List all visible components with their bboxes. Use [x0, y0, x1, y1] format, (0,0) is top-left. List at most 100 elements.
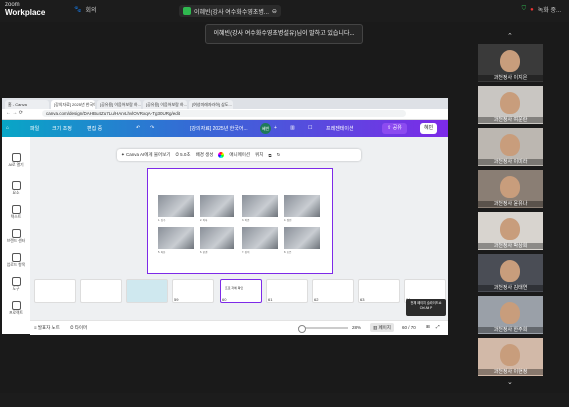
slide-photo[interactable]: [200, 227, 234, 249]
sidebar-item-brand[interactable]: 브랜드 센터: [2, 229, 30, 244]
zoom-level[interactable]: 28%: [352, 325, 361, 330]
page-thumbnail[interactable]: [126, 279, 168, 303]
undo-icon[interactable]: ↶: [136, 125, 140, 131]
sidebar-item-tools[interactable]: 도구: [2, 277, 30, 292]
share-indicator[interactable]: 이혜빈(강사 여수화수영초병... ⊖: [179, 5, 281, 17]
page-thumbnail-current[interactable]: 60 프로 자체 확인: [220, 279, 262, 303]
comment-icon[interactable]: ☐: [308, 125, 312, 131]
participant-tile[interactable]: 과천정사 여운란: [478, 86, 543, 124]
ask-ai-button[interactable]: ✦ Canva AI에게 물어보기: [121, 152, 170, 158]
elements-icon: [11, 181, 21, 190]
participant-name: 과천정사 여운란: [478, 117, 543, 123]
edit-mode-button[interactable]: 편집 중: [87, 125, 102, 132]
participant-tile[interactable]: 과천정사 윤유나: [478, 170, 543, 208]
slide-caption: 3. 박준: [242, 219, 250, 222]
participant-name: 과천정사 이현정: [478, 369, 543, 375]
slide-page[interactable]: 1. 김수 2. 이하 3. 박준 4. 정민 5. 최유 6. 한결 7. 강…: [147, 168, 333, 274]
slide-photo[interactable]: [242, 227, 278, 249]
zoom-slider[interactable]: [298, 325, 348, 333]
browser-tab[interactable]: [공유용] 이음어보람 하...: [143, 100, 187, 109]
timer-label: 타이머: [74, 325, 88, 330]
text-icon: [11, 205, 21, 214]
slide-caption: 7. 강이: [242, 251, 250, 254]
position-button[interactable]: 위치: [255, 152, 263, 158]
duration-button[interactable]: ⏱ 5.0초: [175, 152, 190, 158]
thumb-number: 61: [268, 297, 273, 302]
recording-status: ⛉ ● 녹화 중...: [522, 5, 561, 14]
sidebar-item-label: 프로젝트: [9, 311, 23, 315]
participant-tile[interactable]: 과천정사 박상희: [478, 212, 543, 250]
page-counter[interactable]: 60 / 70: [402, 325, 416, 330]
nav-arrows-icon[interactable]: ← → ⟳: [6, 110, 23, 116]
notes-button[interactable]: ≡ 발표자 노트: [34, 325, 60, 331]
slide-photo[interactable]: [200, 195, 234, 217]
grid-view-icon[interactable]: ⊞: [426, 324, 430, 330]
participant-tile[interactable]: 과천정사 이미라: [478, 128, 543, 166]
sidebar-item-label: 텍스트: [10, 215, 22, 219]
slide-photo[interactable]: [158, 227, 194, 249]
chart-icon[interactable]: ▥: [290, 125, 295, 131]
page-thumbnail[interactable]: [80, 279, 122, 303]
url-field[interactable]: canva.com/design/DAHBu4Zu7Lu/HArvLhvlOVR…: [42, 110, 406, 117]
participant-video: [500, 92, 520, 114]
browser-tab[interactable]: [공유용] 이음어보람 하...: [97, 100, 141, 109]
scroll-down-icon[interactable]: ⌄: [507, 378, 513, 386]
thumb-number: 59: [174, 297, 179, 302]
animate-button[interactable]: 애니메이션: [229, 152, 250, 158]
sidebar-item-text[interactable]: 텍스트: [2, 205, 30, 220]
participant-name: 과천정사 이지은: [478, 75, 543, 81]
participant-name: 과천정사 한주희: [478, 327, 543, 333]
sidebar-item-ai[interactable]: AI로 열기: [2, 153, 30, 168]
present-button[interactable]: 프레젠테이션: [326, 125, 354, 132]
slide-photo[interactable]: [242, 195, 278, 217]
sidebar-item-projects[interactable]: 프로젝트: [2, 301, 30, 316]
home-icon[interactable]: ⌂: [6, 125, 9, 131]
slide-caption: 5. 최유: [158, 251, 166, 254]
sidebar-item-uploads[interactable]: 업로드 항목: [2, 253, 30, 268]
browser-tab-active[interactable]: [강의자료] 2025년 한국어...: [51, 100, 95, 109]
slide-photo[interactable]: [158, 195, 194, 217]
brand-icon: [11, 229, 21, 238]
background-button[interactable]: 배경 생성: [196, 152, 214, 158]
redo-icon[interactable]: ↷: [150, 125, 154, 131]
browser-tab[interactable]: 홈 - Canva: [5, 100, 49, 109]
copy-style-icon[interactable]: ⧉: [268, 153, 271, 158]
slide-photo[interactable]: [284, 195, 320, 217]
add-icon[interactable]: +: [274, 125, 277, 131]
page-thumbnail[interactable]: 61: [266, 279, 308, 303]
share-button[interactable]: ⇪ 공유: [382, 123, 407, 134]
user-avatar[interactable]: 혜빈: [260, 123, 271, 134]
screen-share-icon: [183, 7, 191, 15]
refresh-icon[interactable]: ↻: [277, 152, 281, 158]
page-thumbnail[interactable]: [34, 279, 76, 303]
canva-sidebar: AI로 열기 요소 텍스트 브랜드 센터 업로드 항목 도구 프로젝트: [2, 137, 31, 334]
participant-tile[interactable]: 과천정사 김태연: [478, 254, 543, 292]
slideshow-tooltip: 전체 페이지 슬라이드쇼 Ctrl Alt P: [406, 299, 446, 316]
zoom-slider-handle[interactable]: [298, 325, 306, 333]
page-thumbnail[interactable]: 63: [358, 279, 400, 303]
account-badge[interactable]: 혜빈: [420, 123, 438, 134]
file-menu[interactable]: 파일: [30, 125, 39, 132]
page-thumbnail[interactable]: 62: [312, 279, 354, 303]
folder-icon: [11, 301, 21, 310]
browser-tab[interactable]: [여성미래자라하] 삽도...: [189, 100, 233, 109]
sidebar-item-elements[interactable]: 요소: [2, 181, 30, 196]
fullscreen-icon[interactable]: ⤢: [436, 324, 440, 329]
design-title[interactable]: [강의자료] 2025년 한국어...: [190, 125, 248, 132]
resize-button[interactable]: 크기 조정: [52, 125, 72, 132]
meeting-menu[interactable]: 🐾 회의: [74, 5, 97, 14]
participant-tile[interactable]: 과천정사 한주희: [478, 296, 543, 334]
pages-button[interactable]: ▥ 페이지: [370, 323, 394, 332]
timer-button[interactable]: ⏱ 타이머: [70, 325, 87, 331]
page-thumbnail[interactable]: 59: [172, 279, 214, 303]
scroll-up-icon[interactable]: ⌃: [507, 32, 513, 40]
participant-video: [500, 260, 520, 282]
slide-photo[interactable]: [284, 227, 320, 249]
more-icon[interactable]: ⊖: [272, 8, 277, 15]
participant-name: 과천정사 이미라: [478, 159, 543, 165]
participant-tile[interactable]: 과천정사 이현정: [478, 338, 543, 376]
participant-name: 과천정사 박상희: [478, 243, 543, 249]
zoom-logo: zoom Workplace: [5, 2, 45, 17]
color-wheel-icon[interactable]: [218, 152, 225, 158]
participant-tile[interactable]: 과천정사 이지은: [478, 44, 543, 82]
